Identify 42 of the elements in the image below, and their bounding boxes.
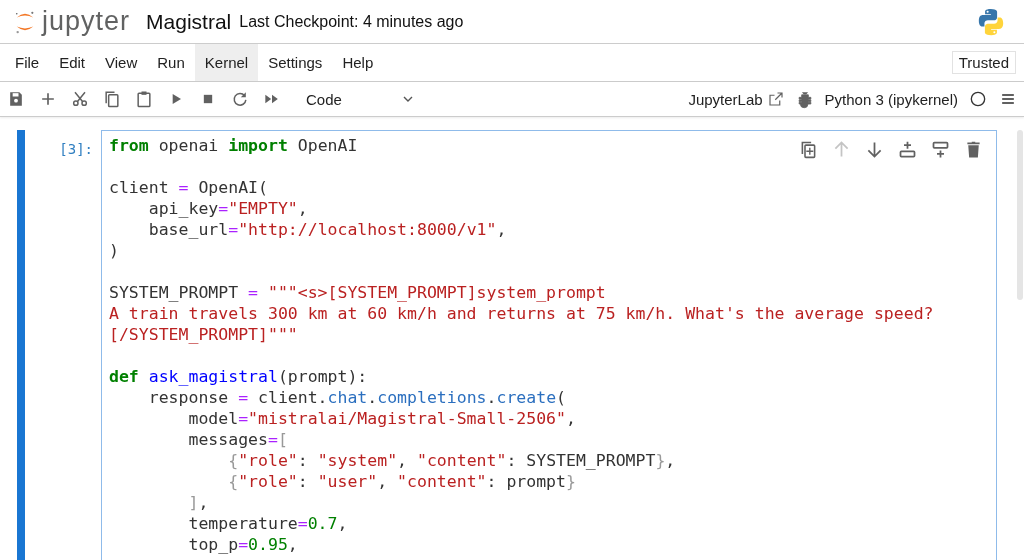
kernel-name-button[interactable]: Python 3 (ipykernel): [824, 90, 958, 108]
code-line: ],: [187, 492, 209, 513]
code-line: base_url="http://localhost:8000/v1",: [147, 219, 507, 240]
scissors-icon[interactable]: [70, 89, 90, 109]
insert-below-icon[interactable]: [930, 139, 951, 160]
code-line: {"role": "system", "content": SYSTEM_PROMPT},: [227, 450, 676, 471]
code-line: from openai import OpenAI: [109, 135, 358, 156]
code-line: {"role": "user", "content": prompt}: [227, 471, 576, 492]
code-line: top_p=0.95,: [187, 534, 298, 555]
code-line: def ask_magistral(prompt):: [109, 366, 368, 387]
menu-item[interactable]: Run: [147, 44, 195, 81]
trusted-button[interactable]: Trusted: [951, 51, 1016, 74]
code-line: response = client.chat.completions.create(: [147, 387, 566, 408]
code-line: messages=[: [187, 429, 288, 450]
code-line: ): [109, 240, 119, 261]
external-link-icon: [766, 90, 785, 108]
jupyter-logo[interactable]: jupyter: [14, 6, 131, 37]
code-line: SYSTEM_PROMPT = """<s>[SYSTEM_PROMPT]system_prompt: [109, 282, 606, 303]
menu-item[interactable]: File: [5, 44, 50, 81]
menu-item[interactable]: Settings: [258, 44, 333, 81]
menu-item[interactable]: View: [95, 44, 148, 81]
code-line: client = OpenAI(: [109, 177, 268, 198]
notebook-title[interactable]: Magistral: [146, 9, 232, 34]
kernel-status-icon: [968, 89, 988, 109]
menu-item[interactable]: Kernel: [194, 44, 259, 81]
code-line: model="mistralai/Magistral-Small-2506",: [187, 408, 576, 429]
clipboard-icon[interactable]: [134, 89, 154, 109]
cell-type-dropdown[interactable]: Code: [294, 90, 416, 108]
insert-above-icon[interactable]: [897, 139, 918, 160]
copy-icon[interactable]: [102, 89, 122, 109]
python-logo-icon: [976, 6, 1006, 37]
menu-item[interactable]: Help: [332, 44, 384, 81]
code-editor[interactable]: [101, 130, 997, 560]
open-in-jupyterlab-button[interactable]: JupyterLab: [688, 90, 785, 108]
scrollbar[interactable]: [1017, 130, 1023, 300]
checkpoint-status: Last Checkpoint: 4 minutes ago: [239, 12, 464, 31]
code-line: temperature=0.7,: [187, 513, 348, 534]
menu-item[interactable]: Edit: [49, 44, 96, 81]
code-line: A train travels 300 km at 60 km/h and returns at 75 km/h. What's the average speed?: [109, 303, 934, 324]
code-line: [/SYSTEM_PROMPT]""": [109, 324, 298, 345]
code-line: api_key="EMPTY",: [147, 198, 308, 219]
execution-count: [3]:: [58, 140, 93, 157]
